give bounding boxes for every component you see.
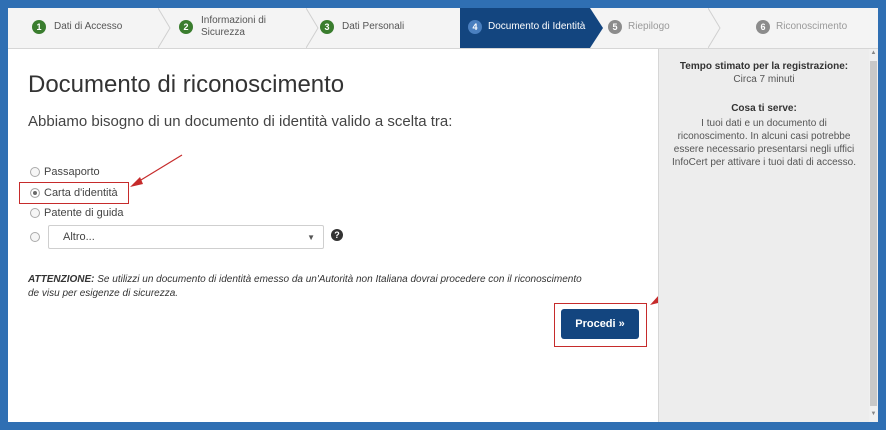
option-label: Patente di guida: [44, 207, 124, 219]
progress-stepper: 1 Dati di Accesso 2 Informazioni di Sicu…: [8, 8, 878, 49]
step-dati-di-accesso[interactable]: 1 Dati di Accesso: [8, 8, 173, 48]
requirements-heading: Cosa ti serve:: [731, 103, 797, 114]
option-altro[interactable]: [30, 232, 40, 242]
annotation-highlight-proceed-button: [554, 303, 647, 347]
registration-window: 1 Dati di Accesso 2 Informazioni di Sicu…: [8, 8, 878, 422]
estimated-time-value: Circa 7 minuti: [733, 74, 795, 85]
step-number: 6: [756, 20, 770, 34]
info-sidebar: Tempo stimato per la registrazione: Circ…: [658, 49, 869, 422]
requirements-text: I tuoi dati e un documento di riconoscim…: [672, 118, 856, 168]
step-number: 3: [320, 20, 334, 34]
scroll-up-icon[interactable]: ▲: [869, 50, 878, 56]
step-label: Riepilogo: [628, 21, 670, 32]
step-label: Documento di Identità: [488, 21, 586, 32]
option-label: Passaporto: [44, 166, 100, 178]
step-label: Riconoscimento: [776, 21, 848, 32]
warning-label: ATTENZIONE:: [28, 274, 95, 285]
annotation-highlight-selected-option: [19, 182, 129, 204]
radio-button[interactable]: [30, 232, 40, 242]
other-document-select[interactable]: Altro... ▼: [48, 225, 324, 249]
option-passaporto[interactable]: Passaporto: [30, 166, 100, 178]
step-separator-icon: [158, 8, 171, 48]
step-separator-icon: [306, 8, 319, 48]
scroll-down-icon[interactable]: ▼: [869, 411, 878, 417]
warning-note: ATTENZIONE: Se utilizzi un documento di …: [28, 273, 588, 301]
step-number: 5: [608, 20, 622, 34]
step-separator-icon: [708, 8, 721, 48]
step-documento-identita[interactable]: 4 Documento di Identità: [460, 8, 590, 48]
warning-text: Se utilizzi un documento di identità eme…: [28, 274, 582, 299]
radio-button[interactable]: [30, 167, 40, 177]
step-label: Dati Personali: [342, 21, 405, 32]
step-dati-personali[interactable]: 3 Dati Personali: [320, 8, 460, 48]
select-value: Altro...: [63, 231, 95, 243]
step-label-line2: Sicurezza: [201, 27, 245, 38]
step-informazioni-sicurezza[interactable]: 2 Informazioni di Sicurezza: [173, 8, 318, 48]
page-title: Documento di riconoscimento: [28, 71, 345, 98]
step-number: 4: [468, 20, 482, 34]
estimated-time-heading: Tempo stimato per la registrazione:: [679, 61, 849, 72]
annotation-arrow-icon: [130, 154, 183, 187]
main-content: Documento di riconoscimento Abbiamo biso…: [8, 49, 687, 422]
step-riconoscimento[interactable]: 6 Riconoscimento: [756, 8, 878, 48]
page-subtitle: Abbiamo bisogno di un documento di ident…: [28, 113, 453, 130]
option-patente-di-guida[interactable]: Patente di guida: [30, 207, 124, 219]
step-label-line1: Informazioni di: [201, 15, 267, 26]
radio-button[interactable]: [30, 208, 40, 218]
step-label: Dati di Accesso: [54, 21, 123, 32]
scrollbar-thumb[interactable]: [870, 61, 877, 406]
chevron-down-icon: ▼: [307, 233, 315, 242]
step-number: 2: [179, 20, 193, 34]
step-active-arrow-icon: [590, 8, 603, 48]
sidebar-scrollbar[interactable]: ▲ ▼: [869, 49, 878, 422]
help-icon[interactable]: ?: [331, 229, 343, 241]
step-number: 1: [32, 20, 46, 34]
